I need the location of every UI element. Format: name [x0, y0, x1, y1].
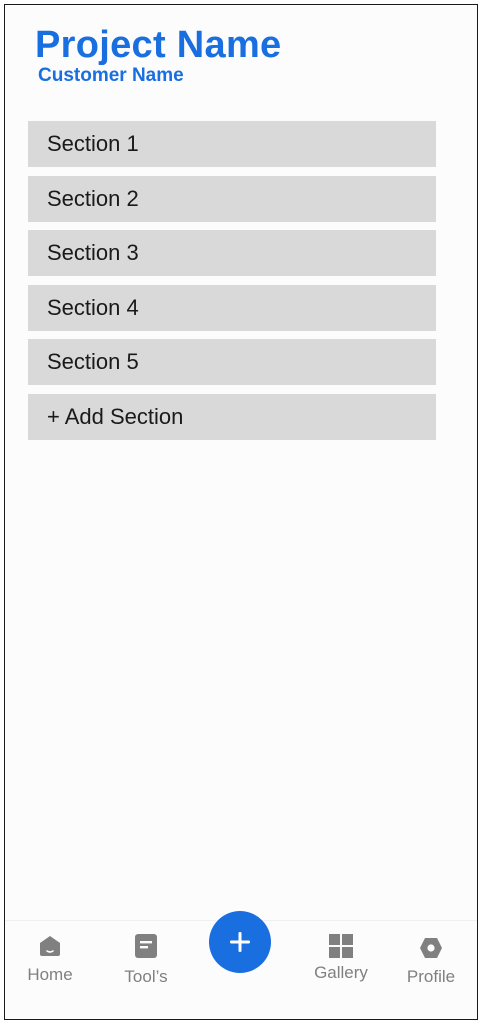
nav-label-gallery: Gallery	[314, 963, 368, 982]
section-item-4[interactable]: Section 4	[28, 284, 436, 331]
document-icon	[135, 934, 157, 958]
section-item-2[interactable]: Section 2	[28, 175, 436, 222]
bottom-nav: Home Tool’s Gallery Profile	[5, 911, 477, 1019]
nav-label-home: Home	[27, 965, 73, 984]
plus-icon	[230, 932, 250, 952]
nav-label-tools: Tool’s	[124, 967, 168, 986]
header: Project Name Customer Name	[35, 25, 281, 87]
home-icon	[40, 936, 60, 956]
section-item-3[interactable]: Section 3	[28, 230, 436, 276]
hexagon-icon	[420, 938, 442, 958]
grid-icon	[329, 934, 353, 958]
section-item-1[interactable]: Section 1	[28, 121, 436, 167]
section-list: Section 1 Section 2 Section 3 Section 4 …	[28, 121, 436, 448]
customer-name: Customer Name	[38, 65, 184, 86]
add-fab-button[interactable]	[209, 911, 271, 973]
nav-item-profile[interactable]: Profile	[403, 937, 459, 987]
nav-item-tools[interactable]: Tool’s	[119, 933, 173, 987]
nav-item-gallery[interactable]: Gallery	[309, 933, 373, 983]
app-screen: Project Name Customer Name Section 1 Sec…	[4, 4, 478, 1020]
page-title: Project Name	[35, 24, 282, 66]
section-item-5[interactable]: Section 5	[28, 339, 436, 385]
nav-item-home[interactable]: Home	[25, 935, 75, 985]
add-section-button[interactable]: + Add Section	[28, 393, 436, 440]
nav-label-profile: Profile	[406, 967, 456, 986]
